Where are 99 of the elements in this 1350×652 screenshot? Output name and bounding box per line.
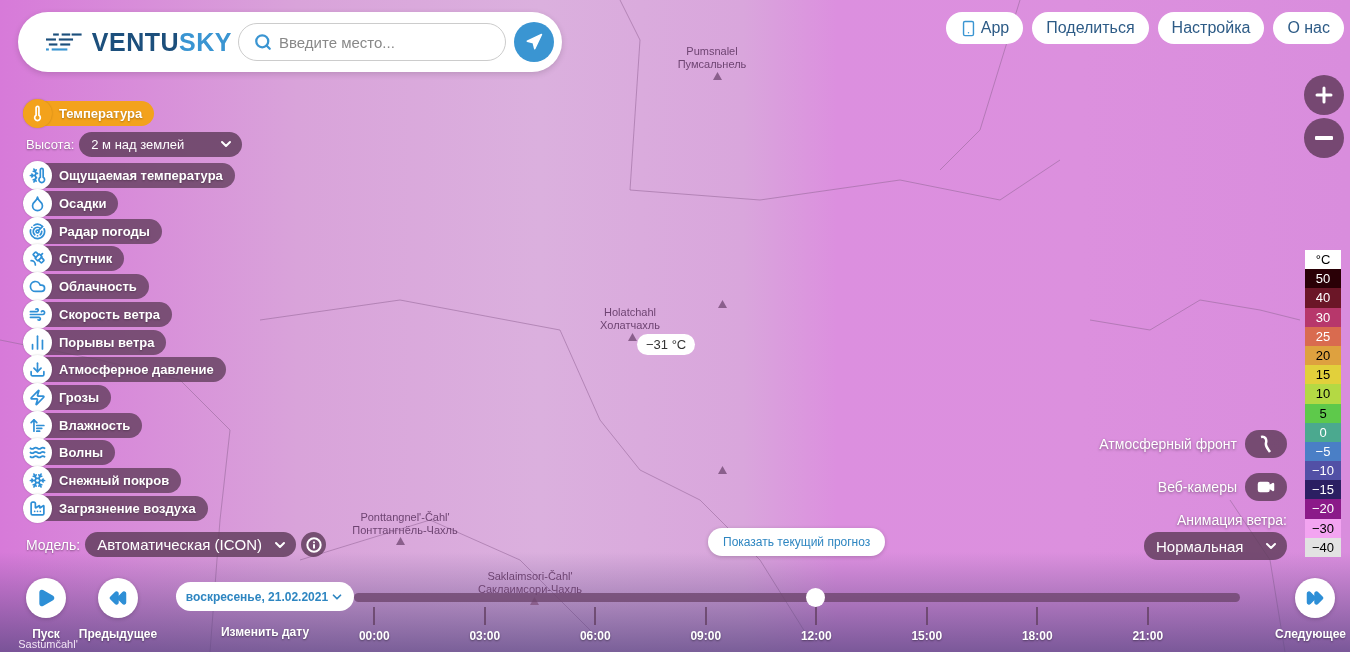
info-button[interactable] (301, 532, 327, 557)
bar-chart-icon (23, 327, 52, 357)
hour-label: 21:00 (1132, 629, 1164, 643)
layer-button[interactable]: Осадки (23, 191, 119, 217)
snowflake-icon (23, 465, 52, 495)
play-button[interactable] (26, 578, 66, 618)
waves-icon (23, 438, 52, 468)
legend-cell: −30 (1305, 518, 1341, 538)
current-forecast-button[interactable]: Показать текущий прогноз (708, 528, 886, 556)
hour-label: 18:00 (1021, 629, 1053, 643)
legend-cell: −10 (1305, 461, 1341, 481)
thermometer-snowflake-icon (23, 161, 52, 191)
hour-label: 03:00 (469, 629, 501, 643)
front-label: Атмосферный фронт (1099, 436, 1237, 452)
height-label: Высота: (26, 136, 75, 152)
layer-button[interactable]: Влажность (23, 412, 143, 438)
cloud-icon (23, 272, 52, 302)
legend-cell: 20 (1305, 345, 1341, 366)
weather-map[interactable] (0, 0, 1350, 652)
place-label: Saklaimsori-Čahl' Саклаимсори-Чахль (477, 570, 583, 596)
layer-button[interactable]: Скорость ветра (23, 301, 172, 327)
layer-button[interactable]: Порывы ветра (23, 329, 167, 355)
zoom-in-button[interactable] (1304, 75, 1344, 115)
change-date-label: Изменить дату (220, 625, 310, 639)
timeline-thumb[interactable] (805, 588, 825, 607)
legend-cell: 40 (1305, 288, 1341, 308)
navigation-arrow-icon (525, 33, 543, 51)
menu-button[interactable]: App (945, 12, 1024, 44)
layer-button[interactable]: Радар погоды (23, 218, 162, 244)
search-field[interactable]: Введите место... (238, 23, 506, 61)
webcams-label: Веб-камеры (1157, 479, 1237, 495)
logo-text: VENTUSKY (91, 27, 232, 57)
peak-icon (396, 537, 405, 545)
menu-button[interactable]: Настройка (1157, 12, 1265, 44)
layer-button[interactable]: Ощущаемая температура (23, 163, 235, 189)
arrows-up-icon (23, 410, 52, 440)
date-select[interactable]: воскресенье, 21.02.2021 (176, 582, 354, 611)
peak-icon (718, 300, 727, 308)
peak-icon (628, 333, 637, 341)
legend-unit: °C (1305, 250, 1341, 270)
webcams-toggle[interactable] (1245, 473, 1287, 501)
previous-label: Предыдущее (78, 627, 158, 641)
legend-cell: 0 (1305, 422, 1341, 442)
legend-cell: −15 (1305, 480, 1341, 500)
front-toggle[interactable] (1245, 430, 1287, 458)
hour-label: 06:00 (579, 629, 611, 643)
layer-button[interactable]: Снежный покров (23, 467, 182, 493)
layer-button[interactable]: Атмосферное давление (23, 357, 226, 383)
legend-cell: 50 (1305, 269, 1341, 289)
droplet-icon (23, 189, 52, 219)
peak-icon (713, 72, 722, 80)
minus-icon (1315, 136, 1333, 140)
place-label: Ponttangnel'-Čahl' Понттангнёль-Чахль (352, 511, 458, 537)
hour-label: 15:00 (911, 629, 943, 643)
layer-button[interactable]: Спутник (23, 246, 125, 272)
factory-icon (23, 493, 52, 523)
menu-button[interactable]: О нас (1273, 12, 1344, 44)
layer-button[interactable]: Облачность (23, 274, 149, 300)
legend-cell: 10 (1305, 384, 1341, 404)
legend-cell: 30 (1305, 307, 1341, 327)
previous-button[interactable] (98, 578, 138, 618)
play-icon (36, 588, 56, 608)
model-select[interactable]: Автоматическая (ICON) (85, 532, 297, 557)
height-select[interactable]: 2 м над землей (79, 131, 243, 157)
layer-button[interactable]: Загрязнение воздуха (23, 495, 208, 521)
legend-cell: −40 (1305, 537, 1341, 557)
rewind-icon (109, 589, 127, 607)
search-icon (254, 33, 272, 51)
layer-button[interactable]: Грозы (23, 384, 112, 410)
locate-button[interactable] (514, 22, 554, 62)
legend-cell: 25 (1305, 326, 1341, 346)
wind-animation-label: Анимация ветра: (1176, 512, 1287, 528)
wind-animation-select[interactable]: Нормальная (1144, 532, 1287, 560)
legend-cell: −20 (1305, 499, 1341, 519)
legend-cell: 15 (1305, 365, 1341, 385)
hour-label: 12:00 (800, 629, 832, 643)
legend-cell: −5 (1305, 441, 1341, 462)
temperature-popup: −31 °C (637, 334, 696, 355)
peak-icon (718, 466, 727, 474)
next-button[interactable] (1295, 578, 1335, 618)
place-label: Holatchahl Холатчахль (600, 306, 660, 332)
legend-cell: 5 (1305, 403, 1341, 423)
thermometer-icon (23, 99, 52, 128)
hour-label: 09:00 (690, 629, 722, 643)
front-line-icon (1260, 435, 1272, 453)
play-label: Пуск (32, 627, 60, 641)
fast-forward-icon (1306, 589, 1324, 607)
radar-icon (23, 216, 52, 246)
lightning-icon (23, 382, 52, 412)
satellite-icon (23, 244, 52, 274)
next-label: Следующее (1275, 627, 1346, 641)
hour-label: 00:00 (358, 629, 390, 643)
menu-button[interactable]: Поделиться (1032, 12, 1149, 44)
info-icon (305, 536, 322, 553)
model-label: Модель: (26, 536, 81, 553)
layer-button[interactable]: Волны (23, 440, 116, 466)
place-label: Pumsnalel Пумсальнель (677, 45, 747, 71)
wind-icon (23, 299, 52, 329)
zoom-out-button[interactable] (1304, 118, 1344, 158)
